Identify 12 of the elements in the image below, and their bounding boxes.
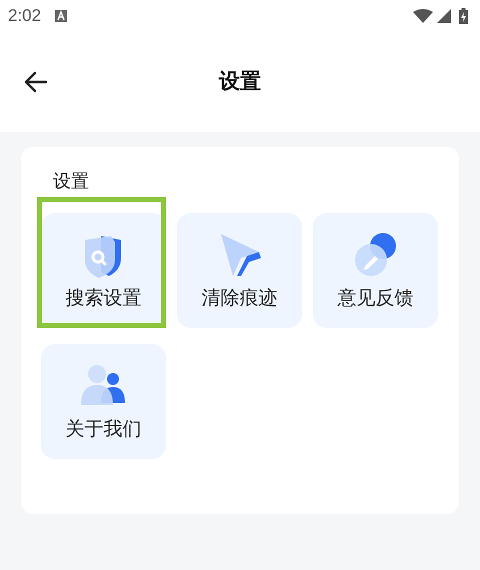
section-title: 设置 [53,170,90,194]
signal-icon [437,9,451,23]
back-arrow-icon [24,71,48,93]
settings-tile[interactable]: 清除痕迹 [177,213,302,328]
pen-circle-icon [352,232,398,278]
status-time: 2:02 [8,5,42,28]
battery-icon [459,8,468,24]
notification-icon [55,10,68,22]
wifi-icon [413,9,433,23]
settings-tile[interactable]: 意见反馈 [313,213,438,328]
settings-tile[interactable]: 关于我们 [41,344,166,459]
page-title: 设置 [219,68,261,96]
